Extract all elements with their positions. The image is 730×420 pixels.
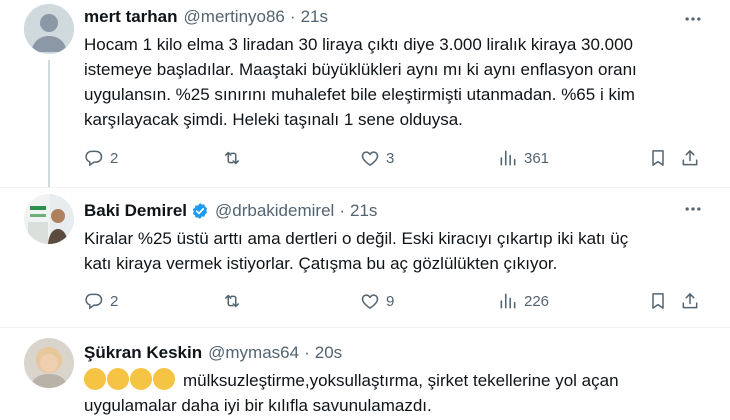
- share-button[interactable]: [680, 289, 700, 313]
- bookmark-button[interactable]: [648, 146, 668, 170]
- tweet-header: mert tarhan @mertinyo86 · 21s: [84, 6, 328, 28]
- reply-button[interactable]: 2: [84, 289, 118, 313]
- user-handle[interactable]: @drbakidemirel: [215, 201, 334, 221]
- tweet-text-line: mülksuzleştirme,yoksullaştırma, şirket t…: [84, 368, 704, 393]
- tweet-text-fragment: mülksuzleştirme,yoksullaştırma, şirket t…: [183, 371, 619, 390]
- timestamp[interactable]: 21s: [350, 201, 377, 221]
- display-name[interactable]: Şükran Keskin: [84, 343, 202, 363]
- like-button[interactable]: 3: [360, 146, 394, 170]
- tweet-text-line: uygulansın. %25 sınırını muhalefet bile …: [84, 85, 635, 104]
- clapping-hands-icon: [84, 368, 106, 390]
- tweet-text: mülksuzleştirme,yoksullaştırma, şirket t…: [84, 368, 704, 418]
- bookmark-button[interactable]: [648, 289, 668, 313]
- avatar[interactable]: [24, 338, 74, 388]
- user-handle[interactable]: @mymas64: [208, 343, 299, 363]
- tweet-header: Baki Demirel @drbakidemirel · 21s: [84, 200, 377, 222]
- profile-photo-icon: [24, 338, 74, 388]
- profile-photo-icon: [24, 194, 74, 244]
- clapping-hands-icon: [107, 368, 129, 390]
- heart-icon: [360, 148, 380, 168]
- tweet-actions: 2 3 361: [84, 146, 704, 170]
- tweet[interactable]: Baki Demirel @drbakidemirel · 21s Kirala…: [0, 188, 730, 328]
- bookmark-icon: [648, 291, 668, 311]
- tweet-text-line: karşılayacak şimdi. Heleki taşınalı 1 se…: [84, 110, 463, 129]
- share-button[interactable]: [680, 146, 700, 170]
- retweet-icon: [222, 148, 242, 168]
- clapping-hands-icon: [130, 368, 152, 390]
- analytics-icon: [498, 148, 518, 168]
- tweet-text-line: uygulamalar daha iyi bir kılıfla savunul…: [84, 396, 432, 415]
- tweet-text-line: katı kiraya vermek istiyorlar. Çatışma b…: [84, 254, 558, 273]
- separator-dot: ·: [289, 7, 296, 26]
- tweet-header: Şükran Keskin @mymas64 · 20s: [84, 342, 342, 364]
- user-handle[interactable]: @mertinyo86: [184, 7, 285, 27]
- tweet-text: Kiralar %25 üstü arttı ama dertleri o de…: [84, 226, 704, 276]
- more-options-button[interactable]: [682, 198, 704, 220]
- reply-icon: [84, 148, 104, 168]
- avatar[interactable]: [24, 4, 74, 54]
- like-count: 9: [386, 292, 395, 310]
- views-button[interactable]: 226: [498, 289, 549, 313]
- analytics-icon: [498, 291, 518, 311]
- tweet-text-line: istemeye başladılar. Maaştaki büyüklükle…: [84, 60, 637, 79]
- share-icon: [680, 291, 700, 311]
- more-icon: [683, 199, 703, 219]
- views-button[interactable]: 361: [498, 146, 549, 170]
- reply-icon: [84, 291, 104, 311]
- tweet[interactable]: Şükran Keskin @mymas64 · 20s mülksuzleşt…: [0, 328, 730, 420]
- bookmark-icon: [648, 148, 668, 168]
- tweet-text: Hocam 1 kilo elma 3 liradan 30 liraya çı…: [84, 32, 704, 132]
- view-count: 361: [524, 149, 550, 167]
- view-count: 226: [524, 292, 550, 310]
- default-avatar-icon: [24, 4, 74, 54]
- timestamp[interactable]: 21s: [301, 7, 328, 27]
- display-name[interactable]: Baki Demirel: [84, 201, 187, 221]
- more-options-button[interactable]: [682, 8, 704, 30]
- clapping-hands-icon: [153, 368, 175, 390]
- retweet-icon: [222, 291, 242, 311]
- more-icon: [683, 9, 703, 29]
- reply-count: 2: [110, 149, 119, 167]
- heart-icon: [360, 291, 380, 311]
- tweet-text-line: Hocam 1 kilo elma 3 liradan 30 liraya çı…: [84, 35, 633, 54]
- timestamp[interactable]: 20s: [315, 343, 342, 363]
- separator-dot: ·: [304, 343, 310, 362]
- reply-button[interactable]: 2: [84, 146, 118, 170]
- tweet-text-line: Kiralar %25 üstü arttı ama dertleri o de…: [84, 229, 629, 248]
- tweet-actions: 2 9 226: [84, 289, 704, 313]
- display-name[interactable]: mert tarhan: [84, 7, 178, 27]
- tweet[interactable]: mert tarhan @mertinyo86 · 21s Hocam 1 ki…: [0, 0, 730, 188]
- like-button[interactable]: 9: [360, 289, 394, 313]
- avatar[interactable]: [24, 194, 74, 244]
- share-icon: [680, 148, 700, 168]
- retweet-button[interactable]: [222, 146, 248, 170]
- separator-dot: ·: [339, 201, 345, 220]
- like-count: 3: [386, 149, 395, 167]
- retweet-button[interactable]: [222, 289, 248, 313]
- thread-line: [48, 60, 50, 188]
- verified-badge-icon[interactable]: [191, 202, 209, 220]
- reply-count: 2: [110, 292, 119, 310]
